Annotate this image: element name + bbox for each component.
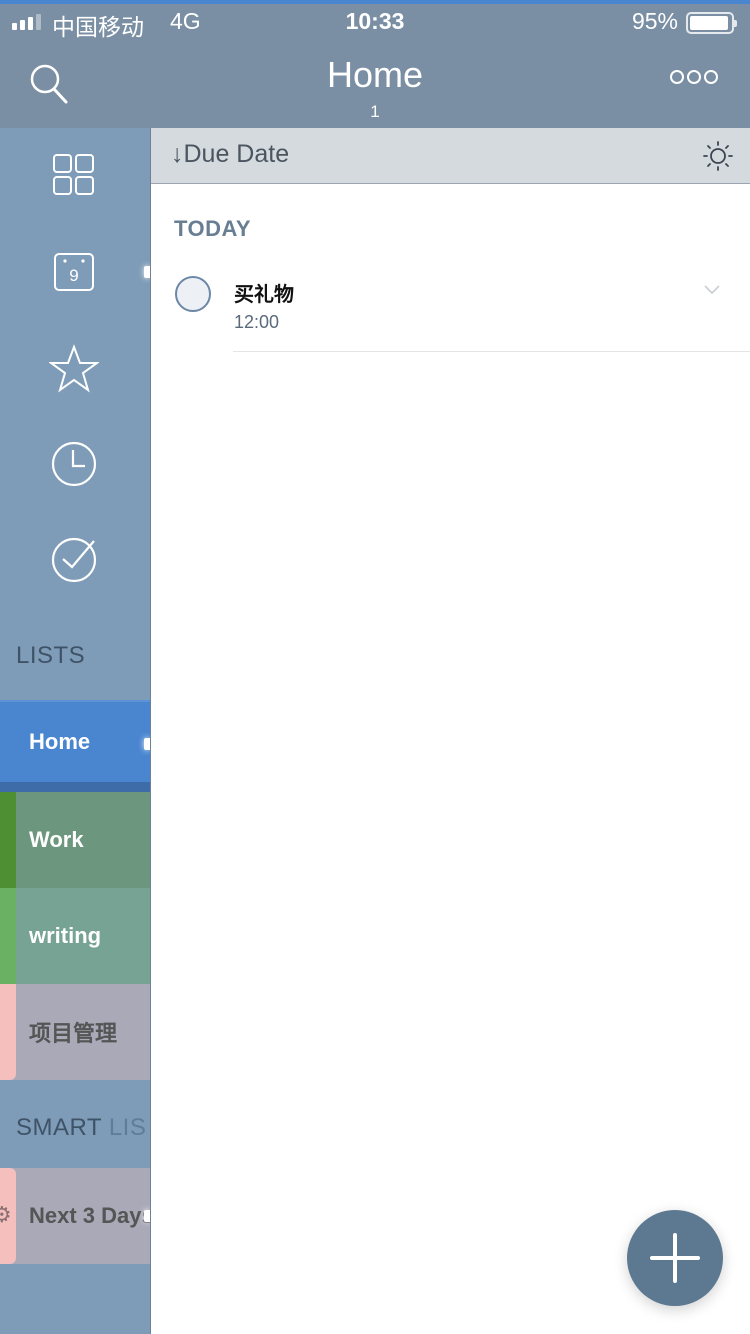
list-color-stripe: [0, 888, 16, 984]
sort-label: Due Date: [183, 140, 290, 168]
task-panel: ↓Due Date TODAY 买礼物 12:00: [150, 128, 750, 1334]
more-icon-dot: [670, 70, 684, 84]
clock-icon: [51, 441, 97, 487]
nav-scheduled[interactable]: [45, 435, 103, 493]
list-label: writing: [29, 923, 102, 948]
sidebar-list-item[interactable]: writing: [0, 888, 150, 984]
svg-text:9: 9: [69, 266, 78, 285]
task-time: 12:00: [234, 312, 280, 332]
smart-lists-section-label: SMART LIS: [16, 1114, 146, 1142]
list-label: 项目管理: [29, 1021, 118, 1046]
page-title: Home: [326, 54, 424, 95]
sidebar-list-item[interactable]: Work: [0, 792, 150, 888]
sidebar-list-item[interactable]: Home: [0, 700, 150, 794]
grid-icon: [53, 154, 94, 195]
task-count: 1: [370, 102, 380, 121]
gear-icon: ⚙: [0, 1202, 12, 1227]
sidebar-list-item[interactable]: 项目管理: [0, 984, 150, 1080]
plus-icon: [650, 1233, 700, 1283]
theme-button[interactable]: [702, 140, 734, 172]
task-row[interactable]: 买礼物 12:00: [151, 268, 750, 352]
calendar-icon: 9: [54, 253, 94, 291]
completed-check-icon: [51, 537, 97, 583]
nav-all-lists[interactable]: [45, 146, 103, 204]
more-icon-dot: [704, 70, 718, 84]
battery-icon: [686, 12, 737, 34]
header: 中国移动 4G 10:33 95% Home 1: [0, 4, 750, 128]
sidebar-smart-list-item[interactable]: ⚙ Next 3 Days: [0, 1168, 150, 1264]
status-bar: 中国移动 4G 10:33 95%: [0, 4, 750, 40]
list-color-stripe: ⚙: [0, 1168, 16, 1264]
sort-bar[interactable]: ↓Due Date: [151, 128, 750, 184]
sidebar: 9 LISTS Home Work writing 项目管理 SMART LIS ⚙ N…: [0, 128, 150, 1334]
task-title: 买礼物: [234, 284, 294, 306]
task-checkbox[interactable]: [175, 276, 211, 312]
more-icon-dot: [687, 70, 701, 84]
lists-section-label: LISTS: [16, 642, 86, 669]
list-label: Next 3 Days: [29, 1203, 150, 1228]
chevron-down-icon[interactable]: [703, 280, 721, 298]
star-icon: [49, 344, 99, 393]
smart-lists-label-text: SMART: [16, 1114, 109, 1141]
more-button[interactable]: [670, 70, 718, 84]
sun-icon: [703, 141, 733, 171]
list-color-stripe: [0, 984, 16, 1080]
list-label: Home: [29, 729, 91, 754]
battery-percent: 95%: [631, 8, 678, 34]
sort-button[interactable]: ↓Due Date: [171, 140, 289, 169]
nav-completed[interactable]: [45, 530, 103, 588]
list-color-stripe: [0, 702, 16, 782]
sort-down-icon: ↓: [171, 140, 184, 168]
group-header-today: TODAY: [174, 216, 252, 241]
nav-calendar[interactable]: 9: [45, 244, 103, 302]
nav-starred[interactable]: [45, 340, 103, 398]
smart-lists-label-faded: LIS: [108, 1114, 147, 1141]
list-color-stripe: [0, 792, 16, 888]
list-label: Work: [29, 827, 84, 852]
add-task-button[interactable]: [627, 1210, 723, 1306]
divider: [233, 351, 750, 352]
